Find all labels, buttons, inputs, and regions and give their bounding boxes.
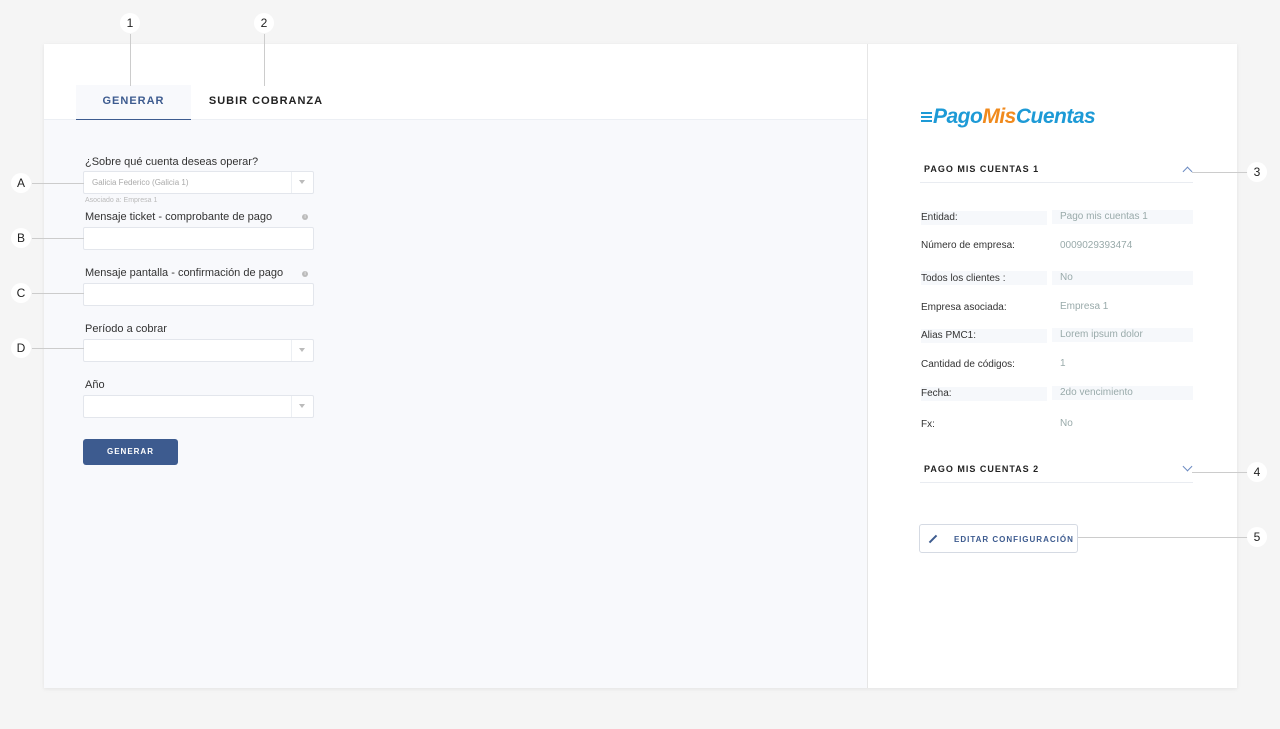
- period-select[interactable]: [83, 339, 314, 362]
- account-label: ¿Sobre qué cuenta deseas operar?: [85, 156, 259, 168]
- detail-value: No: [1060, 418, 1073, 429]
- callout-line: [1078, 537, 1248, 538]
- period-label: Período a cobrar: [85, 323, 167, 335]
- detail-key: Empresa asociada:: [921, 302, 1007, 313]
- detail-value: 0009029393474: [1060, 240, 1133, 251]
- chevron-down-icon: [1182, 461, 1193, 472]
- account-select-value: Galicia Federico (Galicia 1): [92, 178, 189, 187]
- logo-bars-icon: [921, 110, 932, 124]
- callout-3: 3: [1247, 162, 1267, 182]
- detail-key: Fx:: [921, 419, 935, 430]
- detail-key: Cantidad de códigos:: [921, 359, 1015, 370]
- chevron-down-icon: [291, 340, 313, 361]
- callout-line: [32, 183, 84, 184]
- ticket-input[interactable]: [83, 227, 314, 250]
- callout-5: 5: [1247, 527, 1267, 547]
- callout-line: [1192, 472, 1248, 473]
- generar-button[interactable]: GENERAR: [83, 439, 178, 465]
- tab-bar: GENERAR SUBIR COBRANZA: [44, 44, 867, 120]
- left-panel: GENERAR SUBIR COBRANZA ¿Sobre qué cuenta…: [44, 44, 867, 688]
- form-area: ¿Sobre qué cuenta deseas operar? Galicia…: [44, 120, 867, 688]
- edit-config-button[interactable]: EDITAR CONFIGURACIÓN: [919, 524, 1078, 553]
- account-select[interactable]: Galicia Federico (Galicia 1): [83, 171, 314, 194]
- chevron-up-icon: [1182, 166, 1193, 177]
- callout-line: [32, 238, 84, 239]
- info-icon: i: [302, 214, 308, 220]
- callout-C: C: [11, 283, 31, 303]
- detail-key: Entidad:: [921, 212, 958, 223]
- detail-value: No: [1052, 271, 1193, 285]
- account-hint: Asociado a: Empresa 1: [85, 197, 158, 204]
- screen-input[interactable]: [83, 283, 314, 306]
- section-pmc1-header[interactable]: PAGO MIS CUENTAS 1: [920, 164, 1193, 183]
- chevron-down-icon: [291, 396, 313, 417]
- detail-value: Lorem ipsum dolor: [1052, 328, 1193, 342]
- detail-key: Alias PMC1:: [921, 330, 977, 341]
- callout-A: A: [11, 173, 31, 193]
- year-select[interactable]: [83, 395, 314, 418]
- callout-D: D: [11, 338, 31, 358]
- pagomiscuentas-logo: PagoMisCuentas: [921, 105, 1096, 129]
- section-pmc1-title: PAGO MIS CUENTAS 1: [924, 164, 1040, 174]
- callout-2: 2: [254, 13, 274, 33]
- ticket-label: Mensaje ticket - comprobante de pago: [85, 211, 273, 223]
- detail-key: Todos los clientes :: [921, 273, 1006, 284]
- detail-value: Empresa 1: [1060, 301, 1109, 312]
- tab-subir-cobranza[interactable]: SUBIR COBRANZA: [204, 85, 328, 120]
- callout-4: 4: [1247, 462, 1267, 482]
- callout-line: [32, 293, 84, 294]
- callout-1: 1: [120, 13, 140, 33]
- year-label: Año: [85, 379, 105, 391]
- right-panel: PagoMisCuentas PAGO MIS CUENTAS 1 Entida…: [868, 44, 1237, 688]
- section-pmc2-header[interactable]: PAGO MIS CUENTAS 2: [920, 461, 1193, 483]
- detail-key: Número de empresa:: [921, 240, 1015, 251]
- detail-value: 2do vencimiento: [1052, 386, 1193, 400]
- section-pmc2-title: PAGO MIS CUENTAS 2: [924, 464, 1040, 474]
- callout-line: [32, 348, 84, 349]
- chevron-down-icon: [291, 172, 313, 193]
- pencil-icon: [928, 534, 938, 544]
- callout-B: B: [11, 228, 31, 248]
- callout-line: [1192, 172, 1248, 173]
- detail-value: Pago mis cuentas 1: [1052, 210, 1193, 224]
- tab-generar[interactable]: GENERAR: [76, 85, 191, 120]
- detail-key: Fecha:: [921, 388, 952, 399]
- info-icon: i: [302, 271, 308, 277]
- callout-line: [130, 34, 131, 86]
- detail-value: 1: [1060, 358, 1066, 369]
- screen-label: Mensaje pantalla - confirmación de pago: [85, 267, 284, 279]
- callout-line: [264, 34, 265, 86]
- main-card: GENERAR SUBIR COBRANZA ¿Sobre qué cuenta…: [44, 44, 1237, 688]
